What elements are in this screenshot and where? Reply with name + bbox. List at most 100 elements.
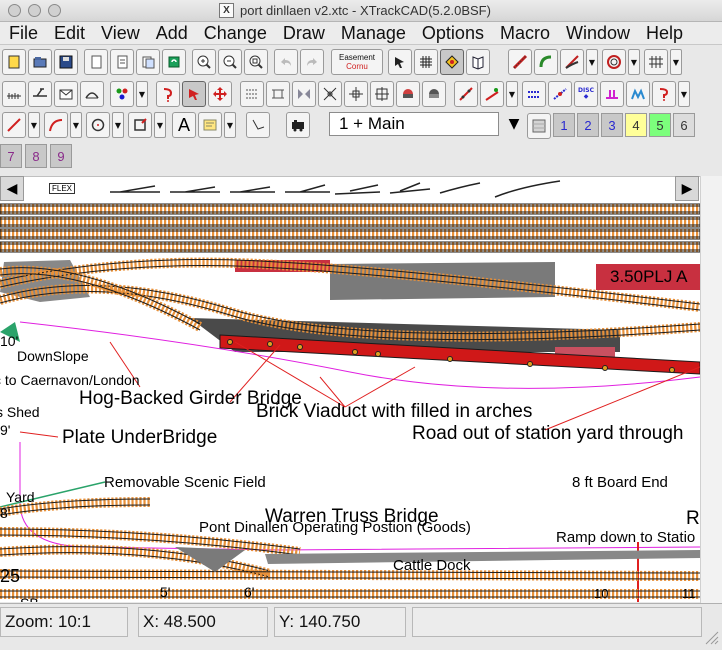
zoom-out-button[interactable] <box>218 49 242 75</box>
cars-button[interactable] <box>110 81 134 107</box>
helix-dropdown[interactable]: ▼ <box>628 49 640 75</box>
menu-add[interactable]: Add <box>148 22 196 44</box>
map-icon <box>445 55 459 69</box>
zoom-in-button[interactable] <box>192 49 216 75</box>
parallel-button[interactable] <box>644 49 668 75</box>
draw-curve-dropdown[interactable]: ▼ <box>70 112 82 138</box>
draw-box-dropdown[interactable]: ▼ <box>154 112 166 138</box>
book-button[interactable] <box>466 49 490 75</box>
elevation-button[interactable] <box>396 81 420 107</box>
note-button[interactable] <box>198 112 222 138</box>
control-button[interactable] <box>626 81 650 107</box>
refresh-button[interactable] <box>162 49 186 75</box>
switch-motor-button[interactable] <box>548 81 572 107</box>
draw-curve-button[interactable] <box>44 112 68 138</box>
draw-box-button[interactable] <box>128 112 152 138</box>
layer-button-6[interactable]: 6 <box>673 113 695 137</box>
layer-button-5[interactable]: 5 <box>649 113 671 137</box>
describe-button[interactable] <box>156 81 180 107</box>
split-button[interactable] <box>318 81 342 107</box>
layer-button-9[interactable]: 9 <box>50 144 72 168</box>
layer-button-8[interactable]: 8 <box>25 144 47 168</box>
duplicate-button[interactable] <box>136 49 160 75</box>
layout-canvas[interactable]: 3.50PLJ A DownSlope c to Caernavon/Londo… <box>0 202 700 602</box>
minimize-window-button[interactable] <box>28 4 41 17</box>
flex-track-item[interactable]: FLEX <box>49 183 76 194</box>
hotbar-turnout-items[interactable] <box>100 177 580 203</box>
signal-button[interactable] <box>600 81 624 107</box>
hotbar-scroll-right[interactable]: ▶ <box>675 176 699 201</box>
draw-circle-button[interactable] <box>86 112 110 138</box>
connect-button[interactable] <box>344 81 368 107</box>
draw-circle-dropdown[interactable]: ▼ <box>112 112 124 138</box>
resize-grip-icon[interactable] <box>700 626 720 646</box>
menu-window[interactable]: Window <box>558 22 638 44</box>
straight-track-button[interactable] <box>508 49 532 75</box>
layer-button-4[interactable]: 4 <box>625 113 647 137</box>
menu-file[interactable]: File <box>0 22 46 44</box>
hand-laid-button[interactable] <box>454 81 478 107</box>
menu-draw[interactable]: Draw <box>275 22 333 44</box>
sensor-button[interactable]: DISC ◆ <box>574 81 598 107</box>
turntable-dropdown[interactable]: ▼ <box>506 81 518 107</box>
profile-button[interactable] <box>422 81 446 107</box>
curved-track-button[interactable] <box>534 49 558 75</box>
pan-button[interactable] <box>370 81 394 107</box>
paste-doc-button[interactable] <box>110 49 134 75</box>
turnout-button[interactable] <box>560 49 584 75</box>
draw-line-dropdown[interactable]: ▼ <box>28 112 40 138</box>
zoom-window-button[interactable] <box>48 4 61 17</box>
cars-dropdown[interactable]: ▼ <box>136 81 148 107</box>
menu-help[interactable]: Help <box>638 22 691 44</box>
hotbar-scroll-left[interactable]: ◀ <box>0 176 24 201</box>
text-button[interactable]: A <box>172 112 196 138</box>
grid-button[interactable] <box>414 49 438 75</box>
zoom-extents-button[interactable] <box>244 49 268 75</box>
message-button[interactable] <box>54 81 78 107</box>
menu-manage[interactable]: Manage <box>333 22 414 44</box>
parallel-dropdown[interactable]: ▼ <box>670 49 682 75</box>
layer-button-1[interactable]: 1 <box>553 113 575 137</box>
modify-button[interactable] <box>240 81 264 107</box>
close-window-button[interactable] <box>8 4 21 17</box>
layer-select-dropdown[interactable]: ▼ <box>503 112 525 136</box>
flip-button[interactable] <box>292 81 316 107</box>
vertical-scrollbar[interactable] <box>700 176 722 604</box>
ruler-tool-button[interactable] <box>246 112 270 138</box>
snap-cursor-button[interactable] <box>388 49 412 75</box>
block-button[interactable] <box>522 81 546 107</box>
redo-button[interactable] <box>300 49 324 75</box>
new-file-button[interactable] <box>2 49 26 75</box>
undo-button[interactable] <box>274 49 298 75</box>
bridge-button[interactable] <box>80 81 104 107</box>
map-button[interactable] <box>440 49 464 75</box>
turntable-button[interactable] <box>480 81 504 107</box>
layer-select[interactable]: 1 + Main <box>329 112 499 136</box>
menu-edit[interactable]: Edit <box>46 22 93 44</box>
draw-line-button[interactable] <box>2 112 26 138</box>
turnout-dropdown[interactable]: ▼ <box>586 49 598 75</box>
join-button[interactable] <box>266 81 290 107</box>
layer-color-button[interactable] <box>527 113 551 139</box>
menu-macro[interactable]: Macro <box>492 22 558 44</box>
move-button[interactable] <box>208 81 232 107</box>
rolling-stock-button[interactable] <box>286 112 310 138</box>
ruler-mark-10b: 10 <box>594 586 609 601</box>
layer-button-3[interactable]: 3 <box>601 113 623 137</box>
note-dropdown[interactable]: ▼ <box>224 112 236 138</box>
save-button[interactable] <box>54 49 78 75</box>
junction-button[interactable] <box>28 81 52 107</box>
menu-options[interactable]: Options <box>414 22 492 44</box>
easement-button[interactable]: Easement Cornu <box>331 49 383 75</box>
copy-doc-button[interactable] <box>84 49 108 75</box>
select-button[interactable] <box>182 81 206 107</box>
train-button[interactable] <box>652 81 676 107</box>
open-button[interactable] <box>28 49 52 75</box>
menu-change[interactable]: Change <box>196 22 275 44</box>
layer-button-7[interactable]: 7 <box>0 144 22 168</box>
layer-button-2[interactable]: 2 <box>577 113 599 137</box>
helix-button[interactable] <box>602 49 626 75</box>
ruler-button[interactable] <box>2 81 26 107</box>
train-dropdown[interactable]: ▼ <box>678 81 690 107</box>
menu-view[interactable]: View <box>93 22 148 44</box>
